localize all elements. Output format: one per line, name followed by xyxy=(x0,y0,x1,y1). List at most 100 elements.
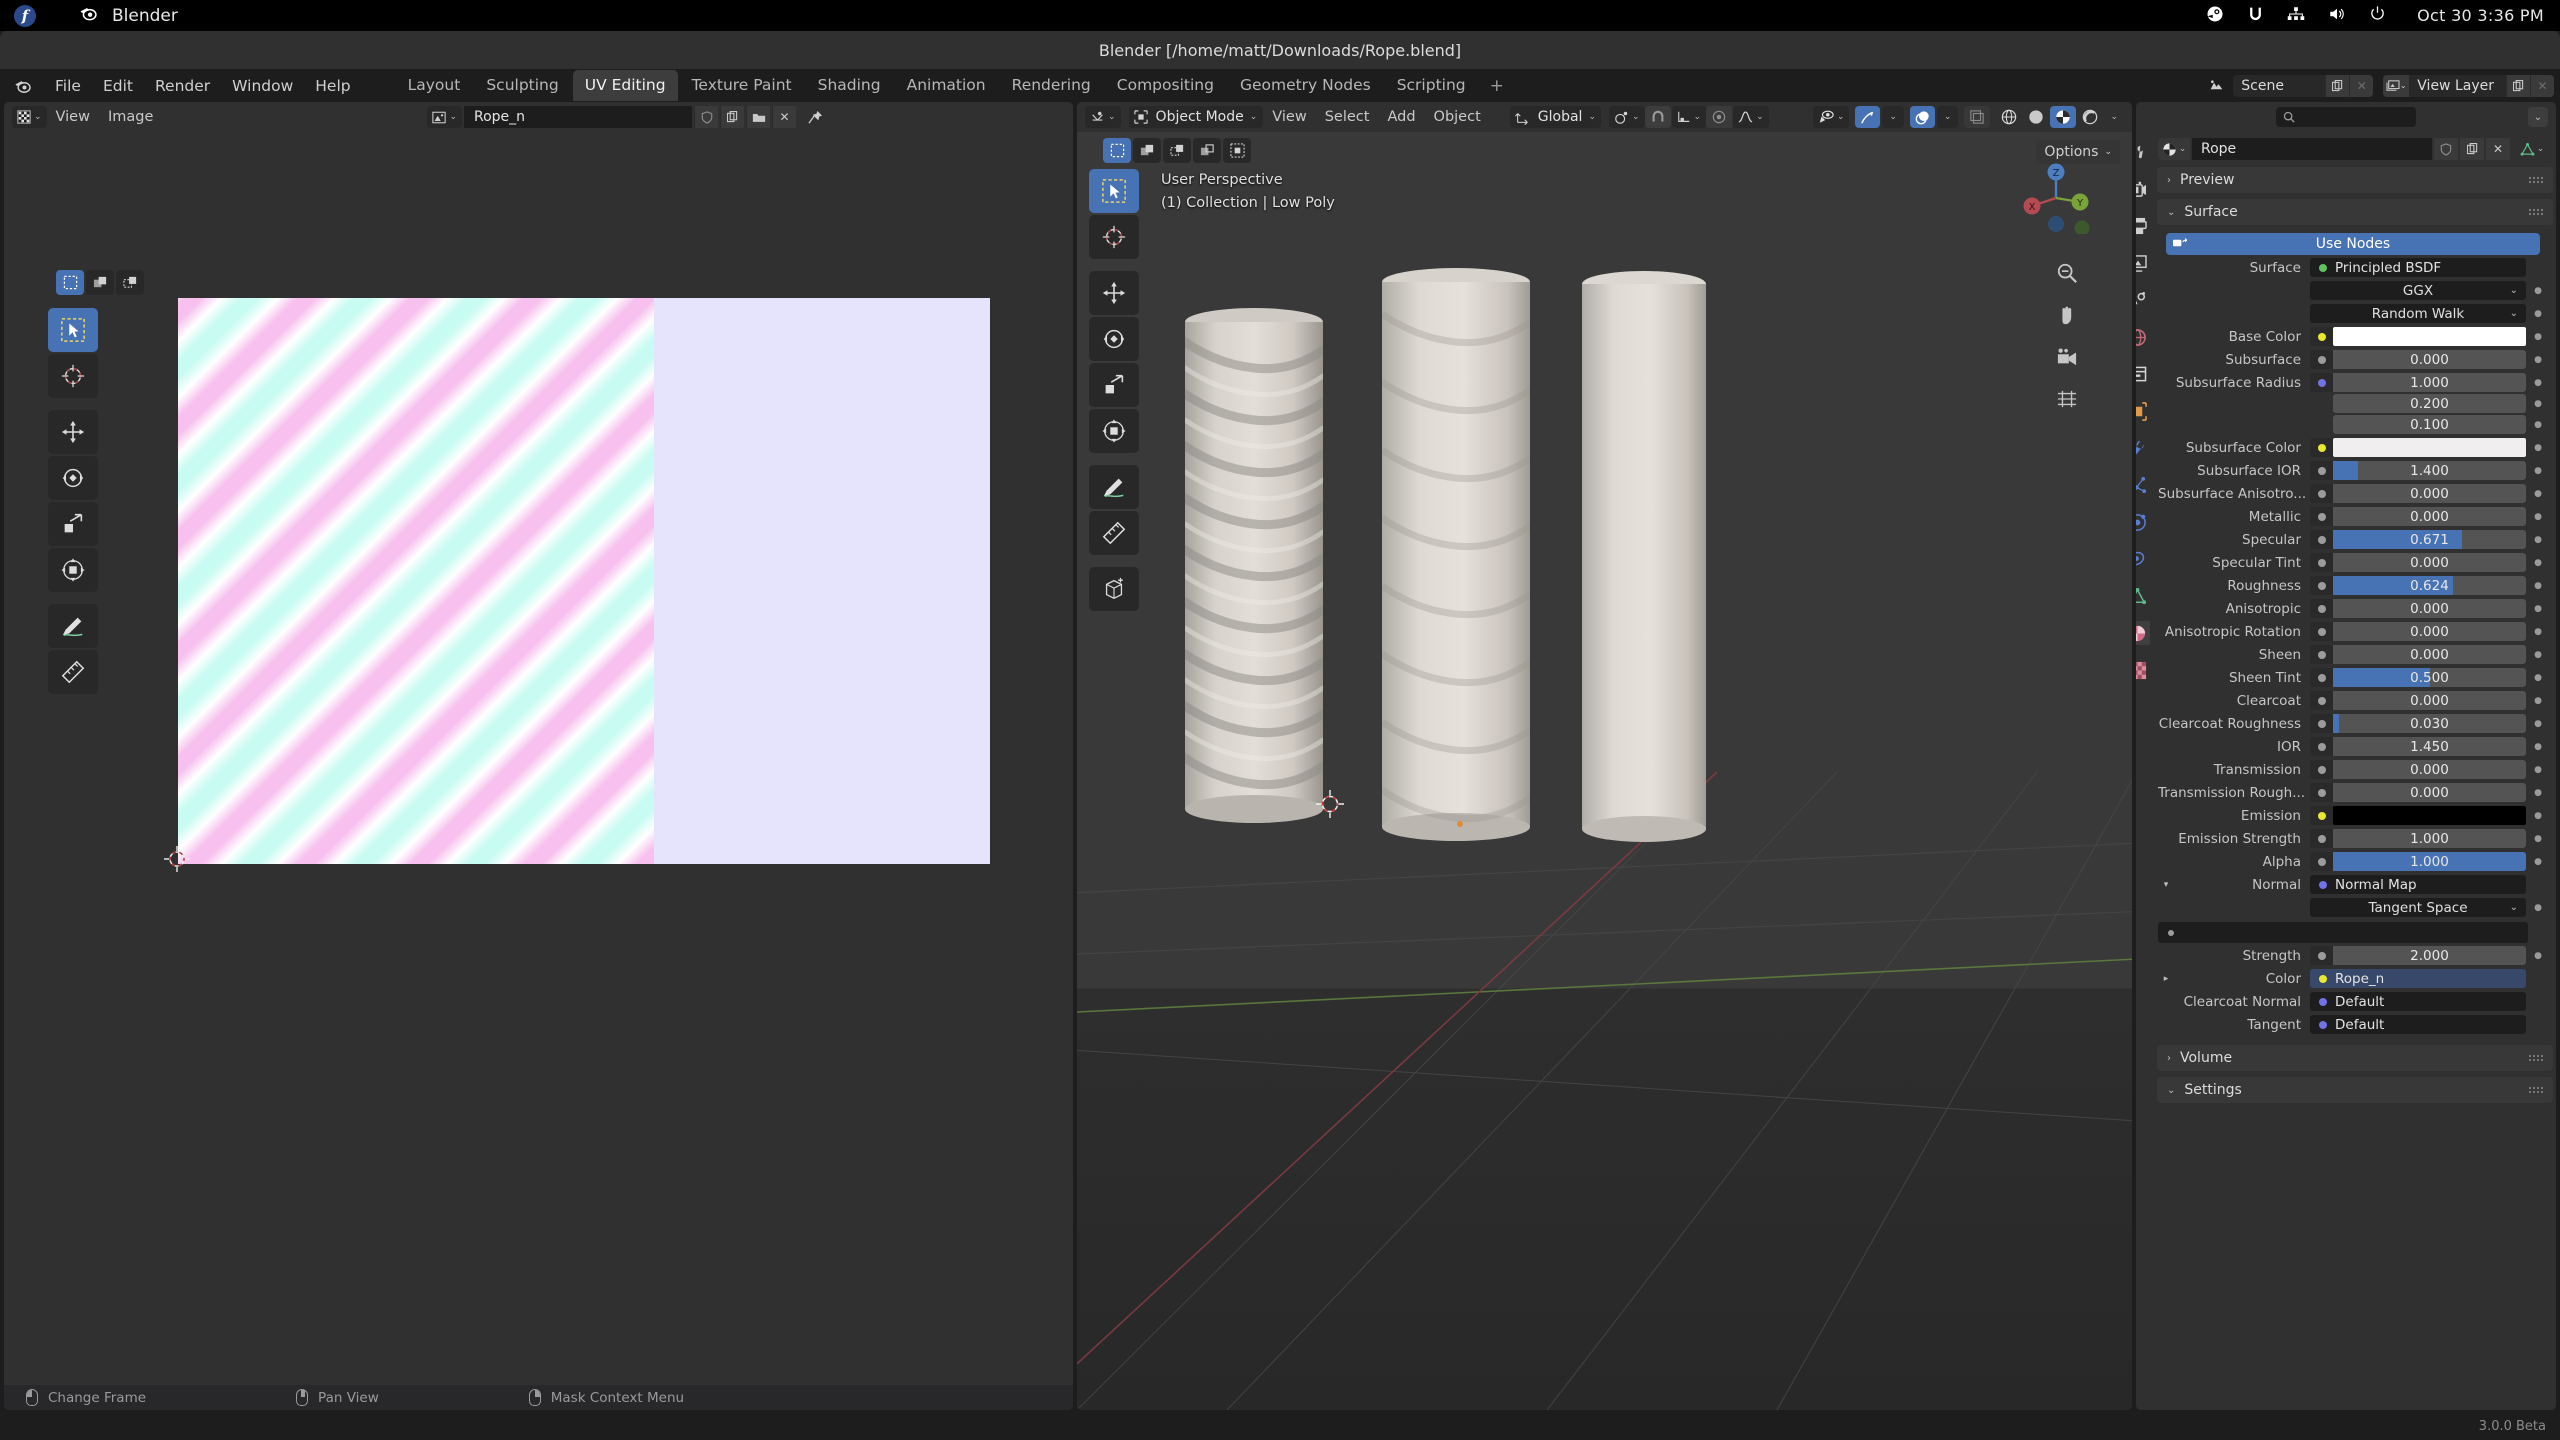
panel-settings[interactable]: ⌄ Settings xyxy=(2157,1077,2553,1103)
properties-tab-output[interactable] xyxy=(2136,214,2150,238)
proportional-edit-icon[interactable] xyxy=(1706,106,1733,128)
panel-preview[interactable]: › Preview xyxy=(2157,167,2553,193)
animate-dot[interactable] xyxy=(2526,558,2550,568)
value-subsurface-ior[interactable]: 1.400 xyxy=(2333,461,2526,480)
socket-subsurface-anisotropy[interactable] xyxy=(2310,484,2333,503)
animate-dot[interactable] xyxy=(2526,903,2550,913)
animate-dot[interactable] xyxy=(2526,399,2550,409)
value-transmission-roughness[interactable]: 0.000 xyxy=(2333,783,2526,802)
properties-tab-scene[interactable] xyxy=(2136,288,2150,312)
uv-menu-image[interactable]: Image xyxy=(99,106,162,128)
socket-clearcoat-roughness[interactable] xyxy=(2310,714,2333,733)
socket-strength[interactable] xyxy=(2310,946,2333,965)
viewport-tool-rotate[interactable] xyxy=(1089,317,1139,361)
animate-dot[interactable] xyxy=(2526,627,2550,637)
workspace-tab-animation[interactable]: Animation xyxy=(895,70,998,101)
unlink-scene-button[interactable]: ✕ xyxy=(2349,74,2374,97)
value-sheen-tint[interactable]: 0.500 xyxy=(2333,668,2526,687)
viewport-tool-measure[interactable] xyxy=(1089,511,1139,555)
menu-edit[interactable]: Edit xyxy=(92,73,144,99)
menu-render[interactable]: Render xyxy=(144,73,221,99)
uv-image-name[interactable]: Rope_n xyxy=(464,106,692,128)
properties-tab-particles[interactable] xyxy=(2136,473,2150,497)
viewport-tool-move[interactable] xyxy=(1089,271,1139,315)
hand-pan-icon[interactable] xyxy=(2054,302,2080,328)
uv-tool-scale[interactable] xyxy=(48,502,98,546)
zoom-icon[interactable] xyxy=(2054,260,2080,286)
menu-window[interactable]: Window xyxy=(221,73,304,99)
visibility-selector[interactable]: ⌄ xyxy=(1812,106,1850,128)
value-subsurface-anisotropy[interactable]: 0.000 xyxy=(2333,484,2526,503)
value-metallic[interactable]: 0.000 xyxy=(2333,507,2526,526)
properties-tab-world[interactable] xyxy=(2136,325,2150,349)
menu-file[interactable]: File xyxy=(44,73,92,99)
workspace-tab-shading[interactable]: Shading xyxy=(806,70,893,101)
viewport-menu-object[interactable]: Object xyxy=(1425,106,1490,128)
panel-grip[interactable] xyxy=(2528,1085,2544,1095)
uv-select-face-icon[interactable] xyxy=(86,270,114,295)
fake-user-shield-icon[interactable] xyxy=(694,106,718,128)
properties-tab-render[interactable] xyxy=(2136,177,2150,201)
properties-tab-material[interactable] xyxy=(2136,621,2150,645)
snap-magnet-icon[interactable] xyxy=(1644,106,1671,128)
properties-search-input[interactable] xyxy=(2276,107,2416,127)
socket-specular-tint[interactable] xyxy=(2310,553,2333,572)
surface-shader-value[interactable]: Principled BSDF xyxy=(2310,258,2526,277)
value-sheen[interactable]: 0.000 xyxy=(2333,645,2526,664)
animate-dot[interactable] xyxy=(2526,650,2550,660)
viewport-tool-tweak[interactable] xyxy=(1089,169,1139,213)
sync-icon[interactable] xyxy=(2247,5,2264,27)
viewport-select-invert-icon[interactable] xyxy=(1193,138,1221,163)
orthographic-toggle-icon[interactable] xyxy=(2054,386,2080,412)
snap-to-selector[interactable]: ⌄ xyxy=(1671,106,1707,128)
animate-dot[interactable] xyxy=(2526,742,2550,752)
workspace-tab-texture-paint[interactable]: Texture Paint xyxy=(680,70,804,101)
value-normal[interactable]: Normal Map xyxy=(2310,875,2526,894)
value-alpha[interactable]: 1.000 xyxy=(2333,852,2526,871)
fedora-logo[interactable]: f xyxy=(14,4,36,27)
animate-dot[interactable] xyxy=(2526,788,2550,798)
viewport-tool-cursor[interactable] xyxy=(1089,215,1139,259)
uv-tool-cursor[interactable] xyxy=(48,354,98,398)
value-specular[interactable]: 0.671 xyxy=(2333,530,2526,549)
uv-tool-transform[interactable] xyxy=(48,548,98,592)
animate-dot[interactable] xyxy=(2526,512,2550,522)
open-image-folder-icon[interactable] xyxy=(746,106,770,128)
workspace-tab-scripting[interactable]: Scripting xyxy=(1385,70,1478,101)
swatch-base-color[interactable] xyxy=(2333,327,2526,346)
panel-grip[interactable] xyxy=(2528,175,2544,185)
animate-dot[interactable] xyxy=(2526,604,2550,614)
animate-dot[interactable] xyxy=(2526,535,2550,545)
uv-select-box-icon[interactable] xyxy=(56,270,84,295)
blender-logo-icon[interactable] xyxy=(13,76,32,95)
power-icon[interactable] xyxy=(2369,5,2386,26)
properties-tab-physics[interactable] xyxy=(2136,510,2150,534)
pin-icon[interactable] xyxy=(802,106,828,128)
xray-toggle-icon[interactable] xyxy=(1964,106,1991,128)
new-scene-button[interactable] xyxy=(2325,74,2350,97)
socket-clearcoat[interactable] xyxy=(2310,691,2333,710)
panel-volume[interactable]: › Volume xyxy=(2157,1045,2553,1071)
viewport-menu-select[interactable]: Select xyxy=(1316,106,1379,128)
value-subsurface[interactable]: 0.000 xyxy=(2333,350,2526,369)
shading-rendered-icon[interactable] xyxy=(2077,106,2103,128)
properties-filter-chevron-down-icon[interactable]: ⌄ xyxy=(2528,107,2548,127)
volume-icon[interactable] xyxy=(2328,6,2346,26)
viewport-select-subtract-icon[interactable] xyxy=(1163,138,1191,163)
material-duplicate-icon[interactable] xyxy=(2460,138,2484,160)
value-transmission[interactable]: 0.000 xyxy=(2333,760,2526,779)
viewport-menu-add[interactable]: Add xyxy=(1378,106,1424,128)
value-subsurface-radius-z[interactable]: 0.100 xyxy=(2333,415,2526,434)
animate-dot[interactable] xyxy=(2526,673,2550,683)
value-tangent[interactable]: Default xyxy=(2310,1015,2526,1034)
uv-select-island-icon[interactable] xyxy=(116,270,144,295)
socket-anisotropic-rotation[interactable] xyxy=(2310,622,2333,641)
socket-metallic[interactable] xyxy=(2310,507,2333,526)
viewport-tool-scale[interactable] xyxy=(1089,363,1139,407)
value-specular-tint[interactable]: 0.000 xyxy=(2333,553,2526,572)
uv-tool-rotate[interactable] xyxy=(48,456,98,500)
socket-ior[interactable] xyxy=(2310,737,2333,756)
menu-help[interactable]: Help xyxy=(304,73,361,99)
image-browse-selector[interactable]: ⌄ xyxy=(427,106,462,128)
scene-browse-icon[interactable] xyxy=(2203,75,2229,97)
